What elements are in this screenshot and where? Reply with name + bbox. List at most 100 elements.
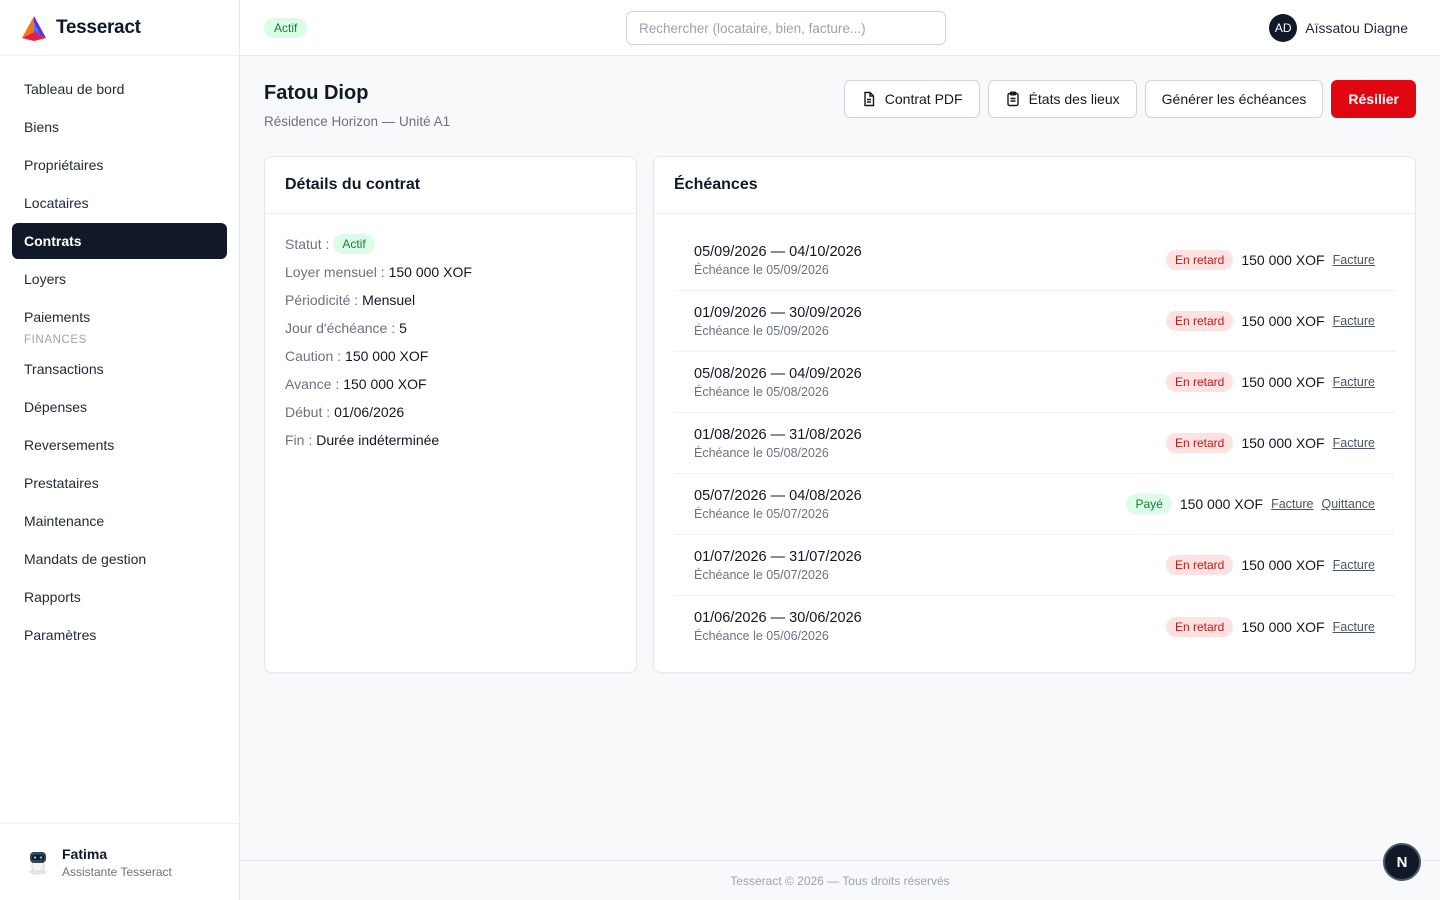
schedule-due-date: Échéance le 05/07/2026 [694, 567, 829, 582]
sidebar-item-providers[interactable]: Prestataires [12, 465, 227, 501]
invoice-link[interactable]: Facture [1271, 497, 1313, 511]
contract-details-list: Statut : Actif Loyer mensuel :150 000 XO… [265, 214, 636, 470]
inventory-label: États des lieux [1028, 91, 1120, 107]
contract-pdf-button[interactable]: Contrat PDF [843, 80, 980, 118]
sidebar-item-properties[interactable]: Biens [12, 109, 227, 145]
list-item: 05/08/2026 — 04/09/2026 Échéance le 05/08… [674, 352, 1395, 413]
detail-periodicity: Périodicité : Mensuel [285, 286, 616, 314]
user-menu[interactable]: AD Aïssatou Diagne [1269, 14, 1408, 42]
detail-monthly-rent: Loyer mensuel :150 000 XOF [285, 258, 616, 286]
schedule-due-date: Échéance le 05/07/2026 [694, 506, 829, 521]
invoice-link[interactable]: Facture [1333, 558, 1375, 572]
schedule-amount: 150 000 XOF [1241, 557, 1325, 573]
sidebar-item-expenses[interactable]: Dépenses [12, 389, 227, 425]
schedule-due-date: Échéance le 05/08/2026 [694, 445, 829, 460]
user-name: Aïssatou Diagne [1305, 20, 1408, 36]
schedules-title: Échéances [654, 157, 1415, 214]
main-content: Fatou Diop Résidence Horizon — Unité A1 … [240, 56, 1440, 860]
list-item: 05/07/2026 — 04/08/2026 Échéance le 05/07… [674, 474, 1395, 535]
schedule-due-date: Échéance le 05/08/2026 [694, 384, 829, 399]
page-subtitle: Résidence Horizon — Unité A1 [264, 114, 451, 129]
detail-value: 150 000 XOF [388, 264, 472, 280]
invoice-link[interactable]: Facture [1333, 620, 1375, 634]
sidebar-item-reports[interactable]: Rapports [12, 579, 227, 615]
schedule-due-date: Échéance le 05/09/2026 [694, 323, 829, 338]
sidebar-item-tenants[interactable]: Locataires [12, 185, 227, 221]
brand-name: Tesseract [56, 16, 141, 38]
assistant-role: Assistante Tesseract [62, 864, 172, 879]
sidebar-item-rents[interactable]: Loyers [12, 261, 227, 297]
sidebar-item-owners[interactable]: Propriétaires [12, 147, 227, 183]
robot-assistant-icon [29, 852, 47, 875]
detail-value: 150 000 XOF [343, 376, 427, 392]
detail-value: 150 000 XOF [345, 348, 429, 364]
detail-deposit: Caution :150 000 XOF [285, 342, 616, 370]
invoice-link[interactable]: Facture [1333, 375, 1375, 389]
schedule-amount: 150 000 XOF [1179, 496, 1264, 512]
contract-pdf-label: Contrat PDF [884, 91, 963, 107]
detail-advance: Avance :150 000 XOF [285, 370, 616, 398]
detail-value: Durée indéterminée [316, 432, 440, 448]
schedules-card: Échéances 05/09/2026 — 04/10/2026 Échéanc… [653, 156, 1416, 673]
list-item: 01/08/2026 — 31/08/2026 Échéance le 05/08… [674, 413, 1395, 474]
sidebar-item-dashboard[interactable]: Tableau de bord [12, 71, 227, 107]
generate-schedules-button[interactable]: Générer les échéances [1144, 80, 1324, 118]
sidebar-item-mandates[interactable]: Mandats de gestion [12, 541, 227, 577]
page-actions: Contrat PDF États des lieux Générer les … [843, 80, 1416, 118]
sidebar-section-finances: FINANCES [24, 334, 87, 346]
schedule-due-date: Échéance le 05/09/2026 [694, 262, 829, 277]
assistant-widget[interactable]: Fatima Assistante Tesseract [0, 823, 239, 900]
detail-status: Statut : Actif [285, 230, 616, 258]
detail-start: Début :01/06/2026 [285, 398, 616, 426]
schedule-due-date: Échéance le 05/06/2026 [694, 629, 829, 643]
invoice-link[interactable]: Facture [1333, 253, 1375, 267]
inventory-button[interactable]: États des lieux [987, 80, 1137, 118]
detail-label: Statut : [285, 236, 330, 252]
sidebar-item-maintenance[interactable]: Maintenance [12, 503, 227, 539]
assistant-name: Fatima [62, 845, 108, 862]
sidebar-item-payouts[interactable]: Reversements [12, 427, 227, 463]
sidebar-item-payments[interactable]: Paiements [12, 299, 227, 335]
tesseract-logo-icon [22, 15, 46, 41]
sidebar-item-transactions[interactable]: Transactions [12, 351, 227, 387]
sidebar-item-contracts[interactable]: Contrats [12, 223, 227, 259]
status-badge: En retard [1165, 372, 1234, 392]
schedule-period: 01/08/2026 — 31/08/2026 [694, 426, 862, 443]
schedule-period: 01/07/2026 — 31/07/2026 [694, 548, 862, 565]
sidebar: Tesseract Tableau de bord Biens Propriét… [0, 0, 240, 900]
schedule-period: 05/08/2026 — 04/09/2026 [694, 365, 862, 382]
detail-label: Loyer mensuel : [285, 264, 385, 280]
detail-end: Fin : Durée indéterminée [285, 426, 616, 454]
schedule-period: 05/09/2026 — 04/10/2026 [694, 243, 862, 260]
sidebar-item-settings[interactable]: Paramètres [12, 617, 227, 653]
floating-action-button[interactable]: N [1383, 843, 1421, 881]
contract-details-card: Détails du contrat Statut : Actif Loyer … [264, 156, 637, 673]
page-title: Fatou Diop [264, 82, 369, 104]
search-input[interactable] [626, 11, 946, 45]
schedule-amount: 150 000 XOF [1241, 252, 1325, 268]
detail-value: 5 [399, 320, 407, 336]
main-nav: Tableau de bord Biens Propriétaires Loca… [0, 56, 239, 653]
list-item: 01/07/2026 — 31/07/2026 Échéance le 05/07… [674, 535, 1395, 596]
detail-label: Fin : [285, 432, 313, 448]
status-badge: En retard [1165, 555, 1234, 575]
schedule-amount: 150 000 XOF [1241, 313, 1325, 329]
list-item: 01/09/2026 — 30/09/2026 Échéance le 05/09… [674, 291, 1395, 352]
terminate-button[interactable]: Résilier [1331, 80, 1416, 118]
schedule-amount: 150 000 XOF [1241, 435, 1325, 451]
receipt-link[interactable]: Quittance [1321, 497, 1375, 511]
detail-label: Périodicité : [285, 292, 359, 308]
invoice-link[interactable]: Facture [1333, 436, 1375, 450]
status-badge: Actif [264, 18, 308, 38]
schedule-amount: 150 000 XOF [1241, 618, 1325, 635]
detail-label: Avance : [285, 376, 340, 392]
topbar: Actif AD Aïssatou Diagne [240, 0, 1440, 56]
schedule-period: 05/07/2026 — 04/08/2026 [694, 487, 862, 504]
invoice-link[interactable]: Facture [1333, 314, 1375, 328]
schedules-list: 05/09/2026 — 04/10/2026 Échéance le 05/09… [654, 214, 1415, 657]
detail-label: Caution : [285, 348, 342, 364]
brand[interactable]: Tesseract [0, 0, 239, 56]
status-badge: Payé [1126, 494, 1172, 514]
detail-label: Jour d'échéance : [285, 320, 396, 336]
contract-details-title: Détails du contrat [265, 157, 636, 214]
